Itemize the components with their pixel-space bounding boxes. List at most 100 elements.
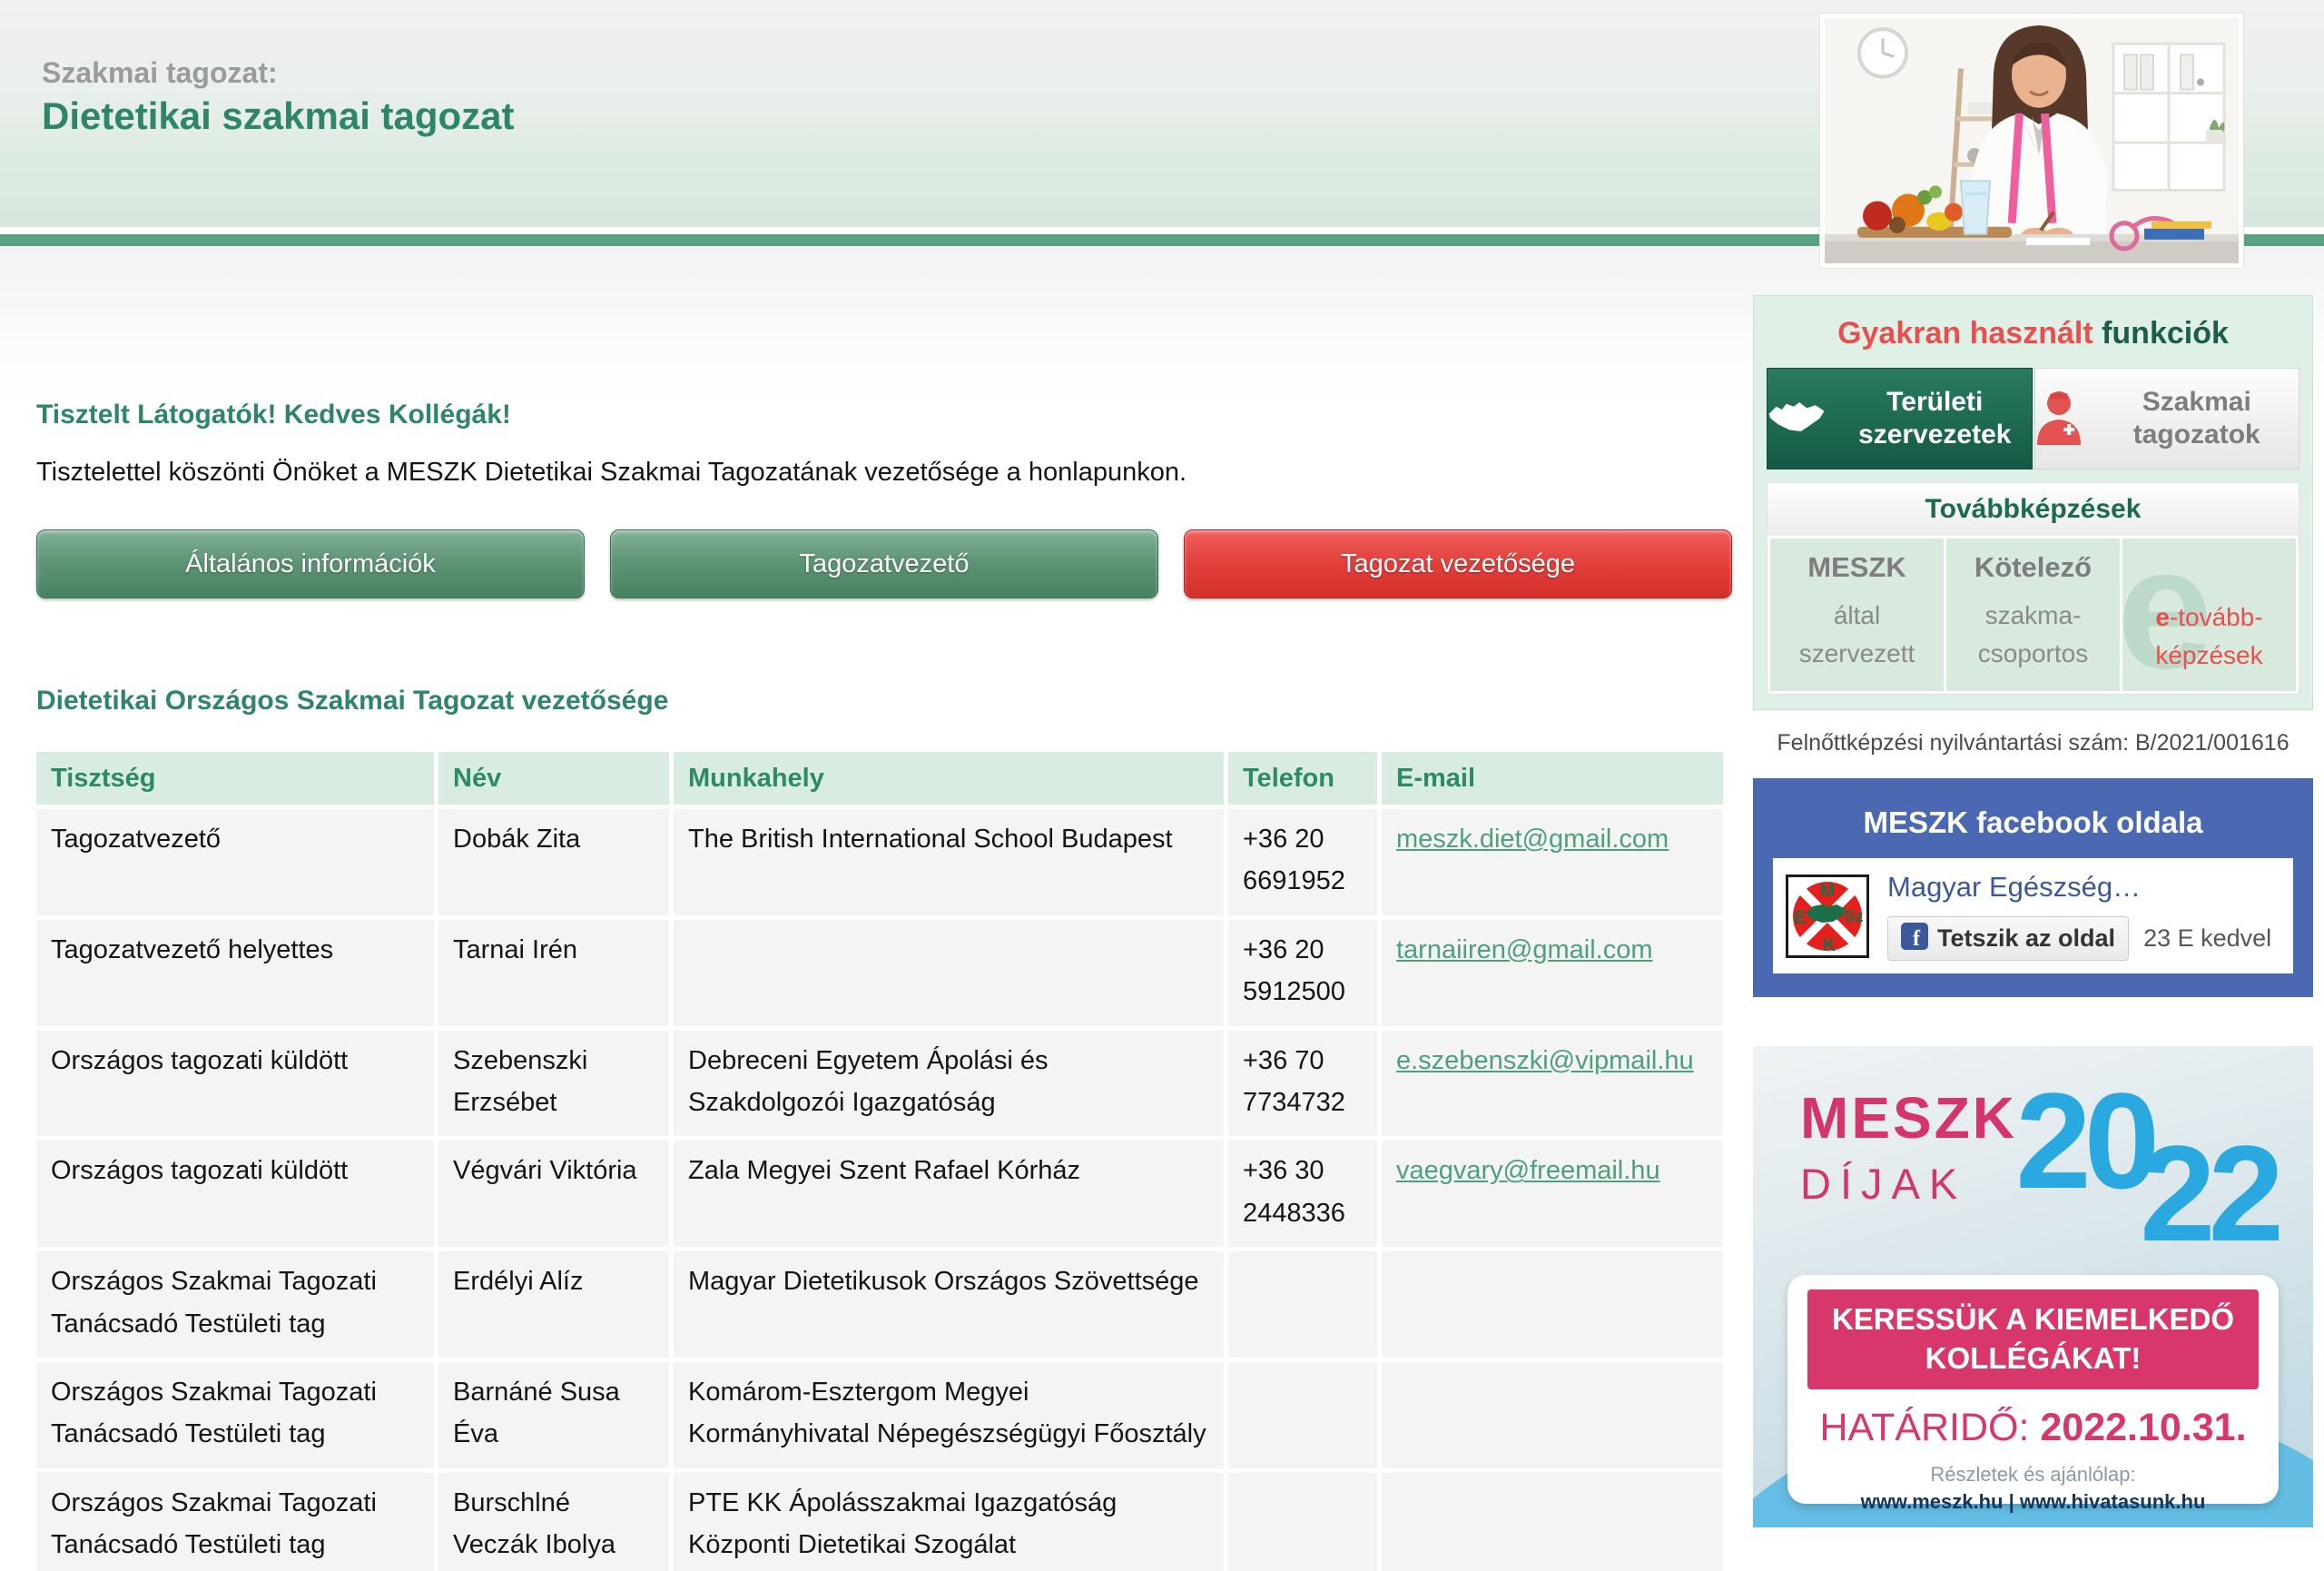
email-link[interactable]: meszk.diet@gmail.com — [1396, 825, 1669, 854]
sidebar: Gyakran használt funkciók Területi szerv… — [1753, 295, 2313, 1527]
banner-headline: KERESSÜK A KIEMELKEDŐ KOLLÉGÁKAT! — [1807, 1289, 2259, 1389]
trainings-meszk-line2: szervezett — [1770, 635, 1944, 673]
banner-year-22: 22 — [2140, 1115, 2277, 1272]
cell-email — [1382, 1473, 1723, 1571]
cell-position: Tagozatvezető helyettes — [36, 920, 434, 1026]
cell-phone: +36 70 7734732 — [1228, 1031, 1377, 1137]
cell-email: e.szebenszki@vipmail.hu — [1382, 1031, 1723, 1137]
email-link[interactable]: tarnaiiren@gmail.com — [1396, 935, 1652, 964]
trainings-box: Továbbképzések MESZK által szervezett Kö… — [1767, 482, 2299, 695]
intro-text: Tisztelettel köszönti Önöket a MESZK Die… — [36, 458, 1732, 488]
board-table-head: Tisztség Név Munkahely Telefon E-mail — [36, 752, 1723, 805]
facebook-card-right: Magyar Egészség… f Tetszik az oldal — [1887, 871, 2280, 961]
banner-year: 2022 — [2015, 1062, 2290, 1220]
svg-text:K: K — [1823, 935, 1837, 955]
etraining-e: e — [2155, 603, 2170, 631]
banner-deadline-label: HATÁRIDŐ: — [1819, 1406, 2029, 1449]
svg-text:E: E — [1794, 908, 1806, 928]
cell-position: Országos Szakmai Tagozati Tanácsadó Test… — [36, 1251, 434, 1358]
hungary-map-icon — [1768, 399, 1826, 440]
awards-banner[interactable]: MESZK DÍJAK 2022 KERESSÜK A KIEMELKEDŐ K… — [1753, 1046, 2313, 1527]
cell-phone: +36 20 5912500 — [1228, 920, 1377, 1026]
cell-name: Dobák Zita — [438, 809, 669, 915]
header-kicker: Szakmai tagozat: — [42, 56, 278, 90]
col-header-name: Név — [438, 752, 669, 805]
banner-details-label: Részletek és ajánlólap: — [1807, 1463, 2259, 1487]
frequent-functions-title-green: funkciók — [2102, 316, 2229, 351]
banner-year-20: 20 — [2015, 1064, 2152, 1217]
board-section-title: Dietetikai Országos Szakmai Tagozat veze… — [36, 686, 1732, 716]
cell-email — [1382, 1362, 1723, 1468]
table-row: Tagozatvezető Dobák Zita The British Int… — [36, 809, 1723, 915]
cell-phone — [1228, 1362, 1377, 1468]
col-header-position: Tisztség — [36, 752, 434, 805]
cell-name: Erdélyi Alíz — [438, 1251, 669, 1358]
trainings-meszk-cell[interactable]: MESZK által szervezett — [1770, 538, 1944, 691]
greeting-heading: Tisztelt Látogatók! Kedves Kollégák! — [36, 400, 1732, 430]
trainings-etraining-cell[interactable]: e e-tovább-képzések — [2122, 538, 2296, 691]
trainings-cells: MESZK által szervezett Kötelező szakma- … — [1768, 536, 2299, 694]
cell-position: Országos tagozati küldött — [36, 1141, 434, 1247]
cell-phone: +36 30 2448336 — [1228, 1141, 1377, 1247]
cell-name: Burschlné Veczák Ibolya — [438, 1473, 669, 1571]
table-row: Országos Szakmai Tagozati Tanácsadó Test… — [36, 1362, 1723, 1468]
facebook-card: M E Sz K Magyar Egészség… f — [1773, 858, 2293, 973]
cell-workplace: Komárom-Esztergom Megyei Kormányhivatal … — [674, 1362, 1224, 1468]
section-board-button[interactable]: Tagozat vezetősége — [1184, 529, 1732, 598]
cell-email: vaegvary@freemail.hu — [1382, 1141, 1723, 1247]
banner-brand-dijak: DÍJAK — [1800, 1159, 2017, 1209]
facebook-like-count: 23 E kedvel — [2143, 924, 2271, 953]
facebook-box-title: MESZK facebook oldala — [1773, 805, 2293, 840]
svg-text:M: M — [1820, 881, 1836, 901]
table-row: Országos tagozati küldött Szebenszki Erz… — [36, 1031, 1723, 1137]
trainings-mandatory-line2: csoportos — [1946, 635, 2120, 673]
facebook-icon: f — [1901, 923, 1928, 954]
board-table-body: Tagozatvezető Dobák Zita The British Int… — [36, 809, 1723, 1571]
facebook-box: MESZK facebook oldala M E Sz K — [1753, 778, 2313, 997]
facebook-like-row: f Tetszik az oldal 23 E kedvel — [1887, 916, 2280, 961]
dietitian-photo — [1819, 13, 2244, 269]
banner-links: www.meszk.hu | www.hivatasunk.hu — [1807, 1490, 2259, 1514]
trainings-title[interactable]: Továbbképzések — [1768, 483, 2299, 536]
cell-phone — [1228, 1251, 1377, 1358]
email-link[interactable]: vaegvary@freemail.hu — [1396, 1156, 1660, 1185]
cell-email: tarnaiiren@gmail.com — [1382, 920, 1723, 1026]
dietitian-illustration — [1825, 18, 2239, 263]
etraining-label: e-tovább-képzések — [2122, 598, 2296, 675]
svg-text:Sz: Sz — [1844, 907, 1863, 925]
section-leader-button[interactable]: Tagozatvezető — [610, 529, 1158, 598]
frequent-functions-box: Gyakran használt funkciók Területi szerv… — [1753, 295, 2313, 710]
cell-name: Barnáné Susa Éva — [438, 1362, 669, 1468]
col-header-workplace: Munkahely — [674, 752, 1224, 805]
facebook-like-button[interactable]: f Tetszik az oldal — [1887, 916, 2129, 961]
trainings-meszk-strong: MESZK — [1770, 551, 1944, 584]
table-row: Tagozatvezető helyettes Tarnai Irén +36 … — [36, 920, 1723, 1026]
svg-text:f: f — [1913, 927, 1921, 950]
facebook-page-name[interactable]: Magyar Egészség… — [1887, 871, 2280, 904]
cell-position: Országos tagozati küldött — [36, 1031, 434, 1137]
cell-phone: +36 20 6691952 — [1228, 809, 1377, 915]
territorial-organizations-button[interactable]: Területi szervezetek — [1767, 368, 2033, 469]
cell-workplace: Debreceni Egyetem Ápolási és Szakdolgozó… — [674, 1031, 1224, 1137]
table-row: Országos tagozati küldött Végvári Viktór… — [36, 1141, 1723, 1247]
cell-workplace: Zala Megyei Szent Rafael Kórház — [674, 1141, 1224, 1247]
facebook-like-label: Tetszik az oldal — [1937, 924, 2115, 953]
cell-workplace: The British International School Budapes… — [674, 809, 1224, 915]
cell-workplace: PTE KK Ápolásszakmai Igazgatóság Központ… — [674, 1473, 1224, 1571]
medic-person-icon — [2035, 389, 2083, 450]
col-header-phone: Telefon — [1228, 752, 1377, 805]
cell-name: Tarnai Irén — [438, 920, 669, 1026]
banner-card: KERESSÜK A KIEMELKEDŐ KOLLÉGÁKAT! HATÁRI… — [1787, 1275, 2279, 1504]
table-row: Országos Szakmai Tagozati Tanácsadó Test… — [36, 1473, 1723, 1571]
general-info-button[interactable]: Általános információk — [36, 529, 585, 598]
email-link[interactable]: e.szebenszki@vipmail.hu — [1396, 1046, 1694, 1075]
trainings-meszk-line1: által — [1770, 597, 1944, 635]
action-buttons: Általános információk Tagozatvezető Tago… — [36, 529, 1732, 598]
cell-email: meszk.diet@gmail.com — [1382, 809, 1723, 915]
professional-sections-button[interactable]: Szakmai tagozatok — [2034, 368, 2300, 469]
trainings-mandatory-cell[interactable]: Kötelező szakma- csoportos — [1946, 538, 2120, 691]
etraining-line2: képzések — [2155, 641, 2262, 669]
meszk-logo: M E Sz K — [1786, 874, 1869, 958]
frequent-functions-title: Gyakran használt funkciók — [1767, 316, 2299, 351]
frequent-functions-title-red: Gyakran használt — [1837, 316, 2093, 351]
